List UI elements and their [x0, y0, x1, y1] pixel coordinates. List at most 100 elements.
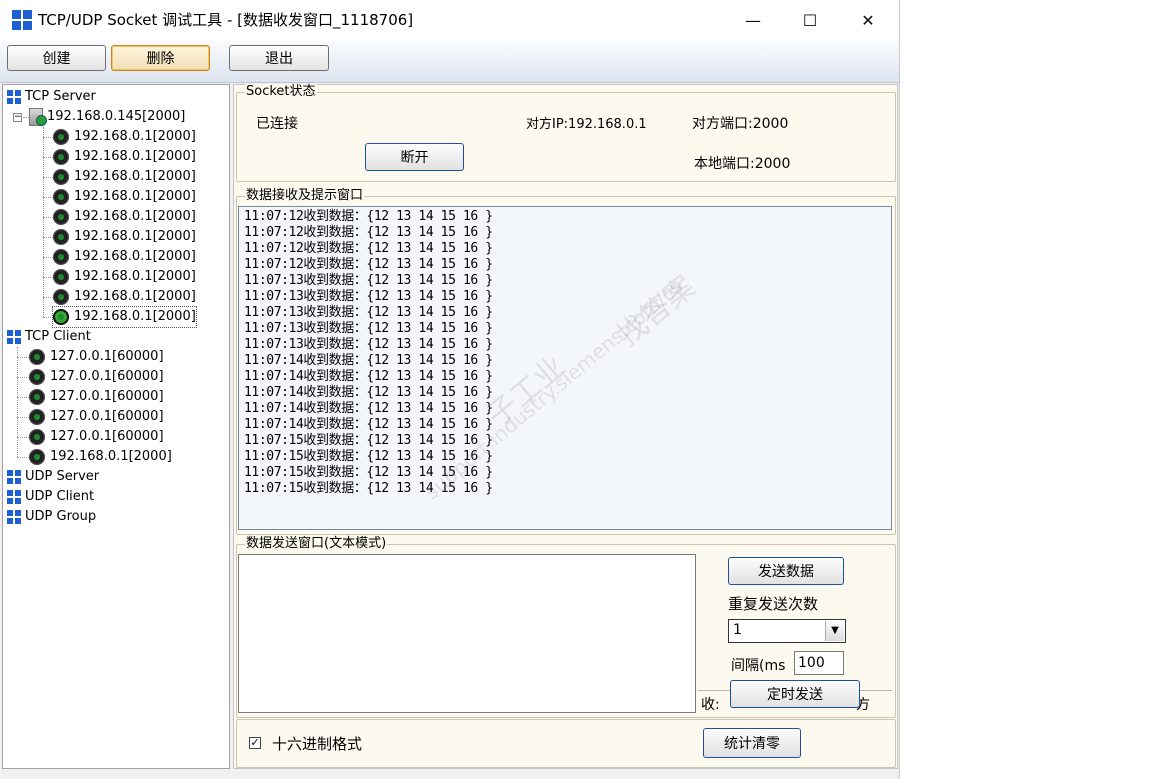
tree-label: 192.168.0.1[2000] — [74, 269, 196, 284]
log-line: 11:07:12收到数据：{12 13 14 15 16 } — [244, 257, 493, 272]
toolbar: 创建 删除 退出 — [0, 40, 899, 83]
tree-label: 192.168.0.1[2000] — [74, 189, 196, 204]
log-line: 11:07:15收到数据：{12 13 14 15 16 } — [244, 433, 493, 448]
tree-item-tcp-server[interactable]: TCP Server — [7, 87, 96, 107]
socket-status-label: Socket状态 — [245, 84, 317, 100]
tree-label: TCP Server — [25, 89, 96, 104]
tree-label: 192.168.0.1[2000] — [74, 169, 196, 184]
tree-label: 192.168.0.1[2000] — [74, 229, 196, 244]
socket-icon — [53, 249, 69, 265]
tree-item-client-child[interactable]: 127.0.0.1[60000] — [29, 347, 164, 367]
send-group-label: 数据发送窗口(文本模式) — [245, 536, 388, 552]
delete-button[interactable]: 删除 — [111, 45, 210, 71]
repeat-count-label: 重复发送次数 — [728, 595, 819, 613]
interval-input[interactable]: 100 — [794, 651, 844, 675]
tree-item-server-child[interactable]: 192.168.0.1[2000] — [53, 187, 196, 207]
tree-item-client-child[interactable]: 127.0.0.1[60000] — [29, 407, 164, 427]
log-line: 11:07:13收到数据：{12 13 14 15 16 } — [244, 305, 493, 320]
socket-icon — [53, 129, 69, 145]
tree-item-client-child[interactable]: 192.168.0.1[2000] — [29, 447, 172, 467]
peer-ip: 对方IP:192.168.0.1 — [526, 117, 647, 132]
log-line: 11:07:15收到数据：{12 13 14 15 16 } — [244, 465, 493, 480]
collapse-icon[interactable]: − — [13, 113, 22, 122]
log-line: 11:07:14收到数据：{12 13 14 15 16 } — [244, 417, 493, 432]
socket-icon — [29, 389, 45, 405]
peer-port: 对方端口:2000 — [692, 116, 789, 132]
tree-item-client-child[interactable]: 127.0.0.1[60000] — [29, 427, 164, 447]
exit-button[interactable]: 退出 — [229, 45, 329, 71]
receive-log[interactable]: 11:07:12收到数据：{12 13 14 15 16 } 11:07:12收… — [238, 206, 892, 530]
tree-item-server-child[interactable]: 192.168.0.1[2000] — [53, 267, 196, 287]
tree-item-server-child[interactable]: 192.168.0.1[2000] — [53, 127, 196, 147]
timer-send-button[interactable]: 定时发送 — [730, 680, 860, 708]
app-icon — [12, 10, 32, 30]
socket-icon — [29, 369, 45, 385]
hex-format-checkbox[interactable]: ✓ — [249, 737, 261, 749]
tree-label: 192.168.0.1[2000] — [74, 289, 196, 304]
tree-item-server-child[interactable]: 192.168.0.1[2000] — [53, 247, 196, 267]
app-window: TCP/UDP Socket 调试工具 - [数据收发窗口_1118706] —… — [0, 0, 900, 779]
tree-item-client-child[interactable]: 127.0.0.1[60000] — [29, 367, 164, 387]
tree-item-server-child[interactable]: 192.168.0.1[2000] — [53, 147, 196, 167]
tree-item-server-child[interactable]: 192.168.0.1[2000] — [53, 227, 196, 247]
tree-label: 127.0.0.1[60000] — [50, 369, 164, 384]
interval-label: 间隔(ms — [731, 658, 786, 674]
udp-server-icon — [7, 470, 21, 484]
socket-icon — [29, 349, 45, 365]
receive-group-label: 数据接收及提示窗口 — [245, 188, 365, 204]
udp-client-icon — [7, 490, 21, 504]
close-button[interactable]: ✕ — [839, 0, 897, 40]
socket-icon — [29, 429, 45, 445]
tree-item-client-child[interactable]: 127.0.0.1[60000] — [29, 387, 164, 407]
socket-icon — [53, 289, 69, 305]
local-port: 本地端口:2000 — [694, 156, 791, 172]
socket-icon — [53, 149, 69, 165]
tree-label: 192.168.0.1[2000] — [74, 249, 196, 264]
chevron-down-icon[interactable]: ▼ — [825, 621, 844, 641]
clear-stats-button[interactable]: 统计清零 — [703, 728, 801, 758]
create-button[interactable]: 创建 — [7, 45, 106, 71]
socket-icon — [53, 269, 69, 285]
tree-label: 192.168.0.1[2000] — [74, 309, 196, 324]
tree-label: 192.168.0.1[2000] — [74, 149, 196, 164]
tree-label: 127.0.0.1[60000] — [50, 429, 164, 444]
tree-label: 192.168.0.1[2000] — [74, 129, 196, 144]
tree-label: 192.168.0.1[2000] — [50, 449, 172, 464]
log-line: 11:07:13收到数据：{12 13 14 15 16 } — [244, 321, 493, 336]
tree-item-server-child[interactable]: 192.168.0.1[2000] — [53, 207, 196, 227]
tree-label: 192.168.0.1[2000] — [74, 209, 196, 224]
tree-item-udp-server[interactable]: UDP Server — [7, 467, 99, 487]
server-icon — [29, 108, 47, 126]
tree-item-udp-group[interactable]: UDP Group — [7, 507, 96, 527]
log-line: 11:07:13收到数据：{12 13 14 15 16 } — [244, 337, 493, 352]
log-line: 11:07:14收到数据：{12 13 14 15 16 } — [244, 369, 493, 384]
maximize-button[interactable]: ☐ — [781, 0, 839, 40]
tree-item-server-child[interactable]: 192.168.0.1[2000] — [53, 287, 196, 307]
tree-item-udp-client[interactable]: UDP Client — [7, 487, 94, 507]
repeat-count-select[interactable]: 1 ▼ — [728, 619, 846, 643]
recv-count-label: 收: — [701, 697, 720, 713]
tree-item-server-node[interactable]: 192.168.0.145[2000] — [29, 107, 185, 127]
disconnect-button[interactable]: 断开 — [365, 143, 464, 171]
log-line: 11:07:15收到数据：{12 13 14 15 16 } — [244, 481, 493, 496]
tree-label: 127.0.0.1[60000] — [50, 409, 164, 424]
socket-tree: TCP Server − 192.168.0.145[2000] 192.168… — [2, 84, 230, 769]
log-line: 11:07:14收到数据：{12 13 14 15 16 } — [244, 401, 493, 416]
log-line: 11:07:12收到数据：{12 13 14 15 16 } — [244, 225, 493, 240]
log-line: 11:07:13收到数据：{12 13 14 15 16 } — [244, 273, 493, 288]
socket-icon — [53, 209, 69, 225]
tree-item-server-child-selected[interactable]: 192.168.0.1[2000] — [52, 306, 197, 328]
socket-active-icon — [53, 309, 69, 325]
send-data-button[interactable]: 发送数据 — [728, 557, 844, 585]
socket-icon — [29, 449, 45, 465]
tree-label: UDP Server — [25, 469, 100, 484]
udp-group-icon — [7, 510, 21, 524]
log-line: 11:07:15收到数据：{12 13 14 15 16 } — [244, 449, 493, 464]
repeat-count-value: 1 — [733, 622, 742, 638]
tree-item-server-child[interactable]: 192.168.0.1[2000] — [53, 167, 196, 187]
socket-icon — [53, 229, 69, 245]
send-textarea[interactable] — [238, 554, 696, 713]
socket-icon — [53, 169, 69, 185]
tree-item-tcp-client[interactable]: TCP Client — [7, 327, 91, 347]
minimize-button[interactable]: — — [724, 0, 782, 40]
